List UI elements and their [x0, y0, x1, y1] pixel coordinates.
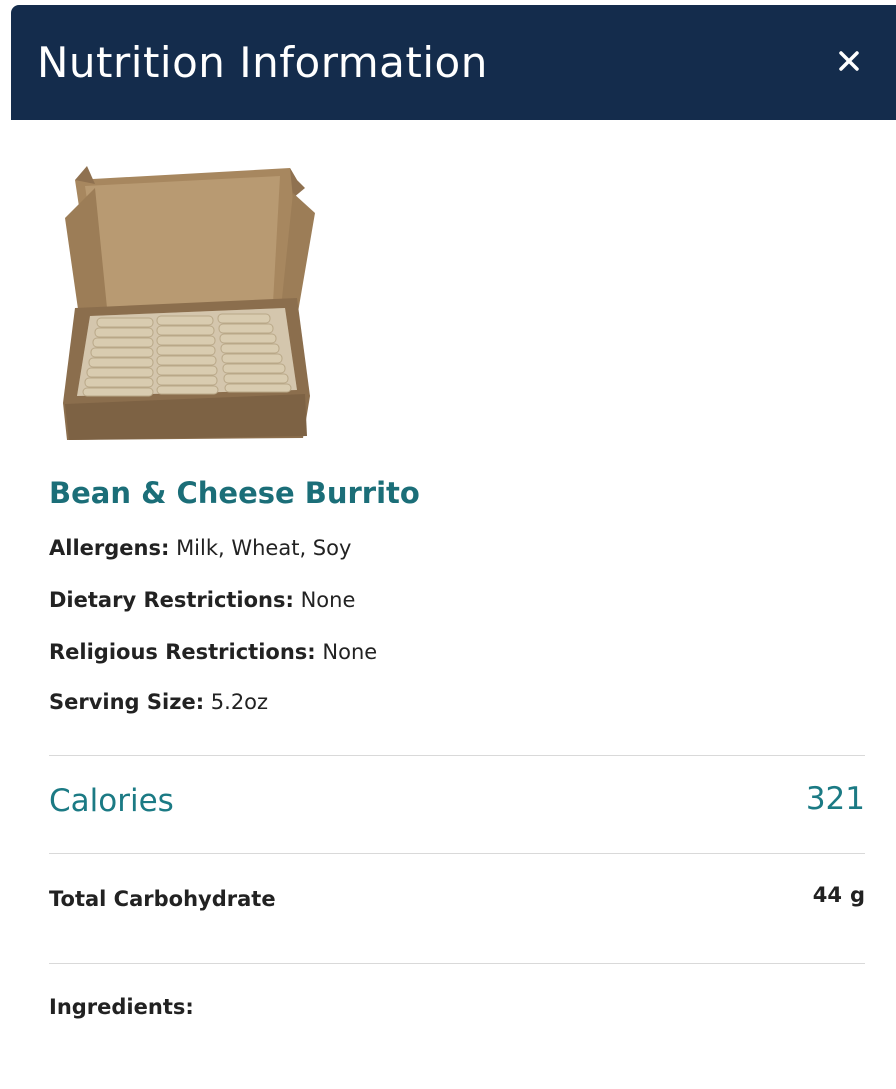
dietary-restrictions-line: Dietary Restrictions: None [49, 588, 355, 612]
dietary-restrictions-label: Dietary Restrictions: [49, 588, 294, 612]
modal-header: Nutrition Information [11, 5, 896, 120]
close-icon [839, 51, 859, 71]
ingredients-label: Ingredients: [49, 995, 194, 1019]
dietary-restrictions-value: None [300, 588, 356, 612]
religious-restrictions-value: None [322, 640, 378, 664]
allergens-label: Allergens: [49, 536, 170, 560]
total-carbohydrate-unit: g [849, 883, 865, 907]
calories-value: 321 [805, 781, 865, 817]
religious-restrictions-line: Religious Restrictions: None [49, 640, 377, 664]
allergens-value: Milk, Wheat, Soy [176, 536, 352, 560]
total-carbohydrate-label: Total Carbohydrate [49, 887, 276, 911]
calories-label: Calories [49, 783, 174, 819]
religious-restrictions-label: Religious Restrictions: [49, 640, 316, 664]
close-button[interactable] [829, 41, 869, 81]
total-carbohydrate-value: 44 g [813, 883, 865, 907]
nutrition-modal: Nutrition Information Bean & Cheese Burr… [11, 5, 896, 1089]
serving-size-line: Serving Size: 5.2oz [49, 690, 268, 714]
divider [49, 853, 865, 854]
divider [49, 963, 865, 964]
serving-size-value: 5.2oz [210, 690, 269, 714]
allergens-line: Allergens: Milk, Wheat, Soy [49, 536, 351, 560]
product-name: Bean & Cheese Burrito [49, 476, 420, 510]
divider [49, 755, 865, 756]
serving-size-label: Serving Size: [49, 690, 205, 714]
modal-title: Nutrition Information [37, 38, 488, 87]
total-carbohydrate-amount: 44 [812, 883, 842, 907]
burrito-box-image [35, 158, 327, 450]
